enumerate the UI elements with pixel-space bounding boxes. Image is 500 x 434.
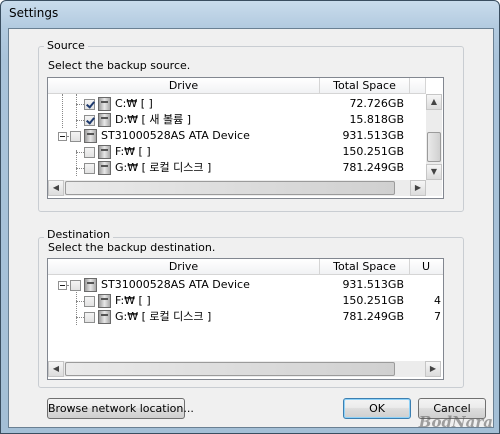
source-row-d[interactable]: D:₩ [ 새 볼륨 ] 15.818GB [48,112,443,128]
scroll-left-icon[interactable]: ◀ [48,361,64,377]
drive-icon [98,310,111,324]
scroll-thumb[interactable] [65,362,395,376]
device-label: ST31000528AS ATA Device [101,129,250,142]
source-vertical-scrollbar[interactable]: ▲ ▼ [426,94,442,180]
source-column-total-space[interactable]: Total Space [320,78,410,94]
source-drive-list[interactable]: Drive Total Space C:₩ [ ] 72.726GB D:₩ [… [47,77,444,199]
source-row-g[interactable]: G:₩ [ 로컬 디스크 ] 781.249GB [48,160,443,176]
destination-column-extra[interactable]: U [410,259,443,275]
destination-drive-list[interactable]: Drive Total Space U ST31000528AS ATA Dev… [47,258,444,380]
checkbox[interactable] [84,312,95,323]
drive-size: 781.249GB [342,161,404,174]
title-bar[interactable]: Settings [1,1,499,27]
drive-icon [98,161,111,175]
dialog-client-area: Source Select the backup source. Drive T… [8,28,494,428]
checkbox[interactable] [84,115,95,126]
checkbox[interactable] [84,296,95,307]
drive-label: C:₩ [ ] [115,97,153,110]
ok-button[interactable]: OK [343,398,411,419]
drive-label: D:₩ [ 새 볼륨 ] [115,113,191,126]
drive-icon [98,97,111,111]
drive-extra: 4 [434,294,441,307]
hard-disk-icon [84,129,97,143]
destination-instruction: Select the backup destination. [48,241,216,254]
source-horizontal-scrollbar[interactable]: ◀ ▶ [48,180,426,196]
collapse-icon[interactable] [58,281,67,290]
browse-network-location-button[interactable]: Browse network location... [47,398,194,419]
source-group-label: Source [44,39,88,52]
checkbox[interactable] [70,131,81,142]
drive-size: 72.726GB [349,97,404,110]
drive-icon [98,113,111,127]
drive-label: F:₩ [ ] [115,294,151,307]
drive-icon [98,145,111,159]
scroll-right-icon[interactable]: ▶ [425,361,441,377]
checkbox[interactable] [84,147,95,158]
drive-label: F:₩ [ ] [115,145,151,158]
watermark-logo: BodNara [418,413,493,431]
drive-label: G:₩ [ 로컬 디스크 ] [115,310,212,323]
source-column-extra[interactable] [410,78,426,94]
source-row-device[interactable]: ST31000528AS ATA Device 931.513GB [48,128,443,144]
drive-size: 781.249GB [342,310,404,323]
scroll-left-icon[interactable]: ◀ [48,180,64,196]
destination-group-label: Destination [44,228,114,241]
destination-horizontal-scrollbar[interactable]: ◀ ▶ [48,361,441,377]
hard-disk-icon [84,278,97,292]
drive-size: 931.513GB [342,129,404,142]
source-instruction: Select the backup source. [48,59,191,72]
drive-size: 15.818GB [349,113,404,126]
checkbox[interactable] [84,99,95,110]
drive-size: 150.251GB [342,145,404,158]
drive-size: 150.251GB [342,294,404,307]
destination-column-total-space[interactable]: Total Space [320,259,410,275]
drive-icon [98,294,111,308]
scroll-right-icon[interactable]: ▶ [410,180,426,196]
destination-row-f[interactable]: F:₩ [ ] 150.251GB 4 [48,293,443,309]
scroll-thumb[interactable] [65,181,395,195]
checkbox[interactable] [84,163,95,174]
window-title: Settings [9,6,59,20]
device-label: ST31000528AS ATA Device [101,278,250,291]
settings-window: Settings Source Select the backup source… [0,0,500,434]
destination-row-device[interactable]: ST31000528AS ATA Device 931.513GB [48,277,443,293]
source-row-c[interactable]: C:₩ [ ] 72.726GB [48,96,443,112]
source-row-f[interactable]: F:₩ [ ] 150.251GB [48,144,443,160]
scroll-corner [426,180,442,196]
destination-row-g[interactable]: G:₩ [ 로컬 디스크 ] 781.249GB 7 [48,309,443,325]
source-column-drive[interactable]: Drive [48,78,320,94]
scroll-up-icon[interactable]: ▲ [426,94,442,110]
destination-column-drive[interactable]: Drive [48,259,320,275]
scroll-down-icon[interactable]: ▼ [426,164,442,180]
checkbox[interactable] [70,280,81,291]
drive-label: G:₩ [ 로컬 디스크 ] [115,161,212,174]
scroll-thumb[interactable] [427,132,441,162]
collapse-icon[interactable] [58,132,67,141]
drive-extra: 7 [434,310,441,323]
drive-size: 931.513GB [342,278,404,291]
